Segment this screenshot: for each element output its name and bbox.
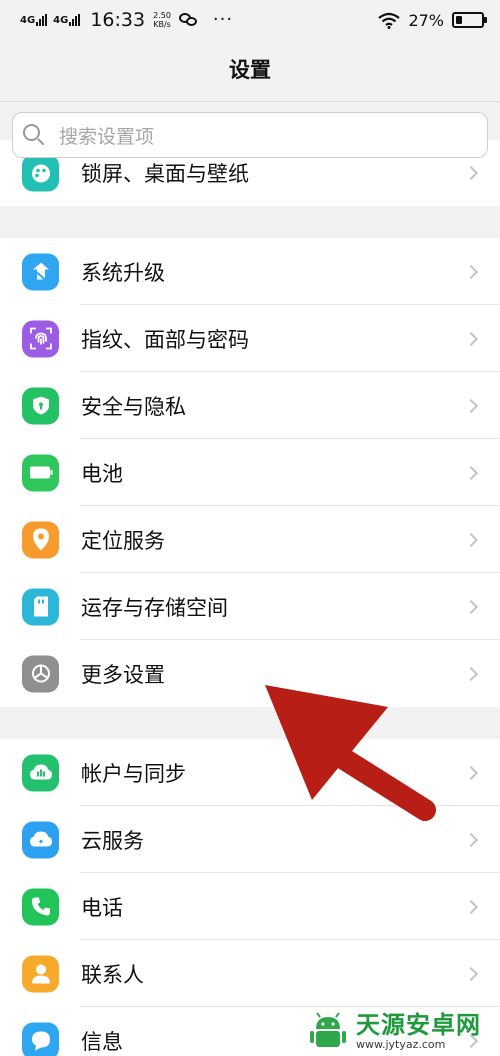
chevron-right-icon (463, 398, 479, 413)
item-label: 电池 (81, 461, 123, 486)
settings-item-memory-storage[interactable]: 运存与存储空间 (0, 573, 500, 640)
chevron-right-icon (463, 966, 479, 981)
item-label: 更多设置 (81, 662, 165, 687)
item-label: 定位服务 (81, 528, 165, 553)
gear-icon (22, 655, 59, 692)
item-label: 帐户与同步 (81, 761, 186, 786)
header-divider (0, 101, 500, 102)
palette-icon (22, 154, 59, 192)
chevron-right-icon (463, 765, 479, 780)
upgrade-icon (22, 253, 59, 290)
battery-percent: 27% (408, 10, 444, 30)
android-logo-icon (306, 1009, 350, 1053)
item-label: 安全与隐私 (81, 394, 186, 419)
item-label: 运存与存储空间 (81, 595, 228, 620)
settings-item-account-sync[interactable]: 帐户与同步 (0, 739, 500, 806)
contact-icon (22, 955, 59, 992)
settings-item-system-update[interactable]: 系统升级 (0, 238, 500, 305)
item-label: 系统升级 (81, 260, 165, 285)
item-label: 指纹、面部与密码 (81, 327, 249, 352)
watermark: 天源安卓网 www.jytyaz.com (306, 1006, 500, 1056)
chevron-right-icon (463, 532, 479, 547)
settings-item-cloud-service[interactable]: 云服务 (0, 806, 500, 873)
battery-icon (22, 454, 59, 491)
clock: 16:33 (90, 9, 146, 31)
chevron-right-icon (463, 331, 479, 346)
settings-item-fingerprint-face-password[interactable]: 指纹、面部与密码 (0, 305, 500, 372)
battery-status-icon (452, 12, 487, 28)
chevron-right-icon (463, 899, 479, 914)
settings-item-security-privacy[interactable]: 安全与隐私 (0, 372, 500, 439)
wechat-icon (178, 13, 197, 27)
item-label: 云服务 (81, 828, 144, 853)
chevron-right-icon (463, 599, 479, 614)
item-label: 联系人 (81, 962, 144, 987)
item-label: 信息 (81, 1029, 123, 1054)
message-icon (22, 1022, 59, 1056)
item-label: 电话 (81, 895, 123, 920)
network-speed: 2.50 KB/s (153, 11, 171, 29)
chevron-right-icon (463, 666, 479, 681)
settings-screen: 4G 4G 16:33 2.50 KB/s ··· 27% 设置 搜索设置项 锁… (0, 0, 500, 1056)
location-icon (22, 521, 59, 558)
settings-item-location[interactable]: 定位服务 (0, 506, 500, 573)
search-placeholder: 搜索设置项 (59, 125, 155, 148)
account-sync-icon (22, 754, 59, 791)
settings-item-contacts[interactable]: 联系人 (0, 940, 500, 1007)
item-label: 锁屏、桌面与壁纸 (81, 162, 249, 186)
chevron-right-icon (463, 264, 479, 279)
shield-icon (22, 387, 59, 424)
chevron-right-icon (463, 165, 479, 181)
chevron-right-icon (463, 465, 479, 480)
settings-item-more-settings[interactable]: 更多设置 (0, 640, 500, 707)
signal-2-icon: 4G (53, 14, 81, 26)
chevron-right-icon (463, 832, 479, 847)
status-bar: 4G 4G 16:33 2.50 KB/s ··· 27% (0, 0, 500, 40)
fingerprint-icon (22, 320, 59, 357)
search-icon (23, 124, 45, 146)
sd-card-icon (22, 588, 59, 625)
phone-icon (22, 888, 59, 925)
settings-item-phone[interactable]: 电话 (0, 873, 500, 940)
cloud-icon (22, 821, 59, 858)
more-notifications-icon: ··· (212, 9, 234, 30)
wifi-icon (378, 12, 401, 29)
signal-1-icon: 4G (20, 14, 48, 26)
search-input[interactable]: 搜索设置项 (12, 112, 488, 158)
battery-level (456, 16, 463, 24)
settings-item-battery[interactable]: 电池 (0, 439, 500, 506)
page-title: 设置 (229, 58, 271, 82)
